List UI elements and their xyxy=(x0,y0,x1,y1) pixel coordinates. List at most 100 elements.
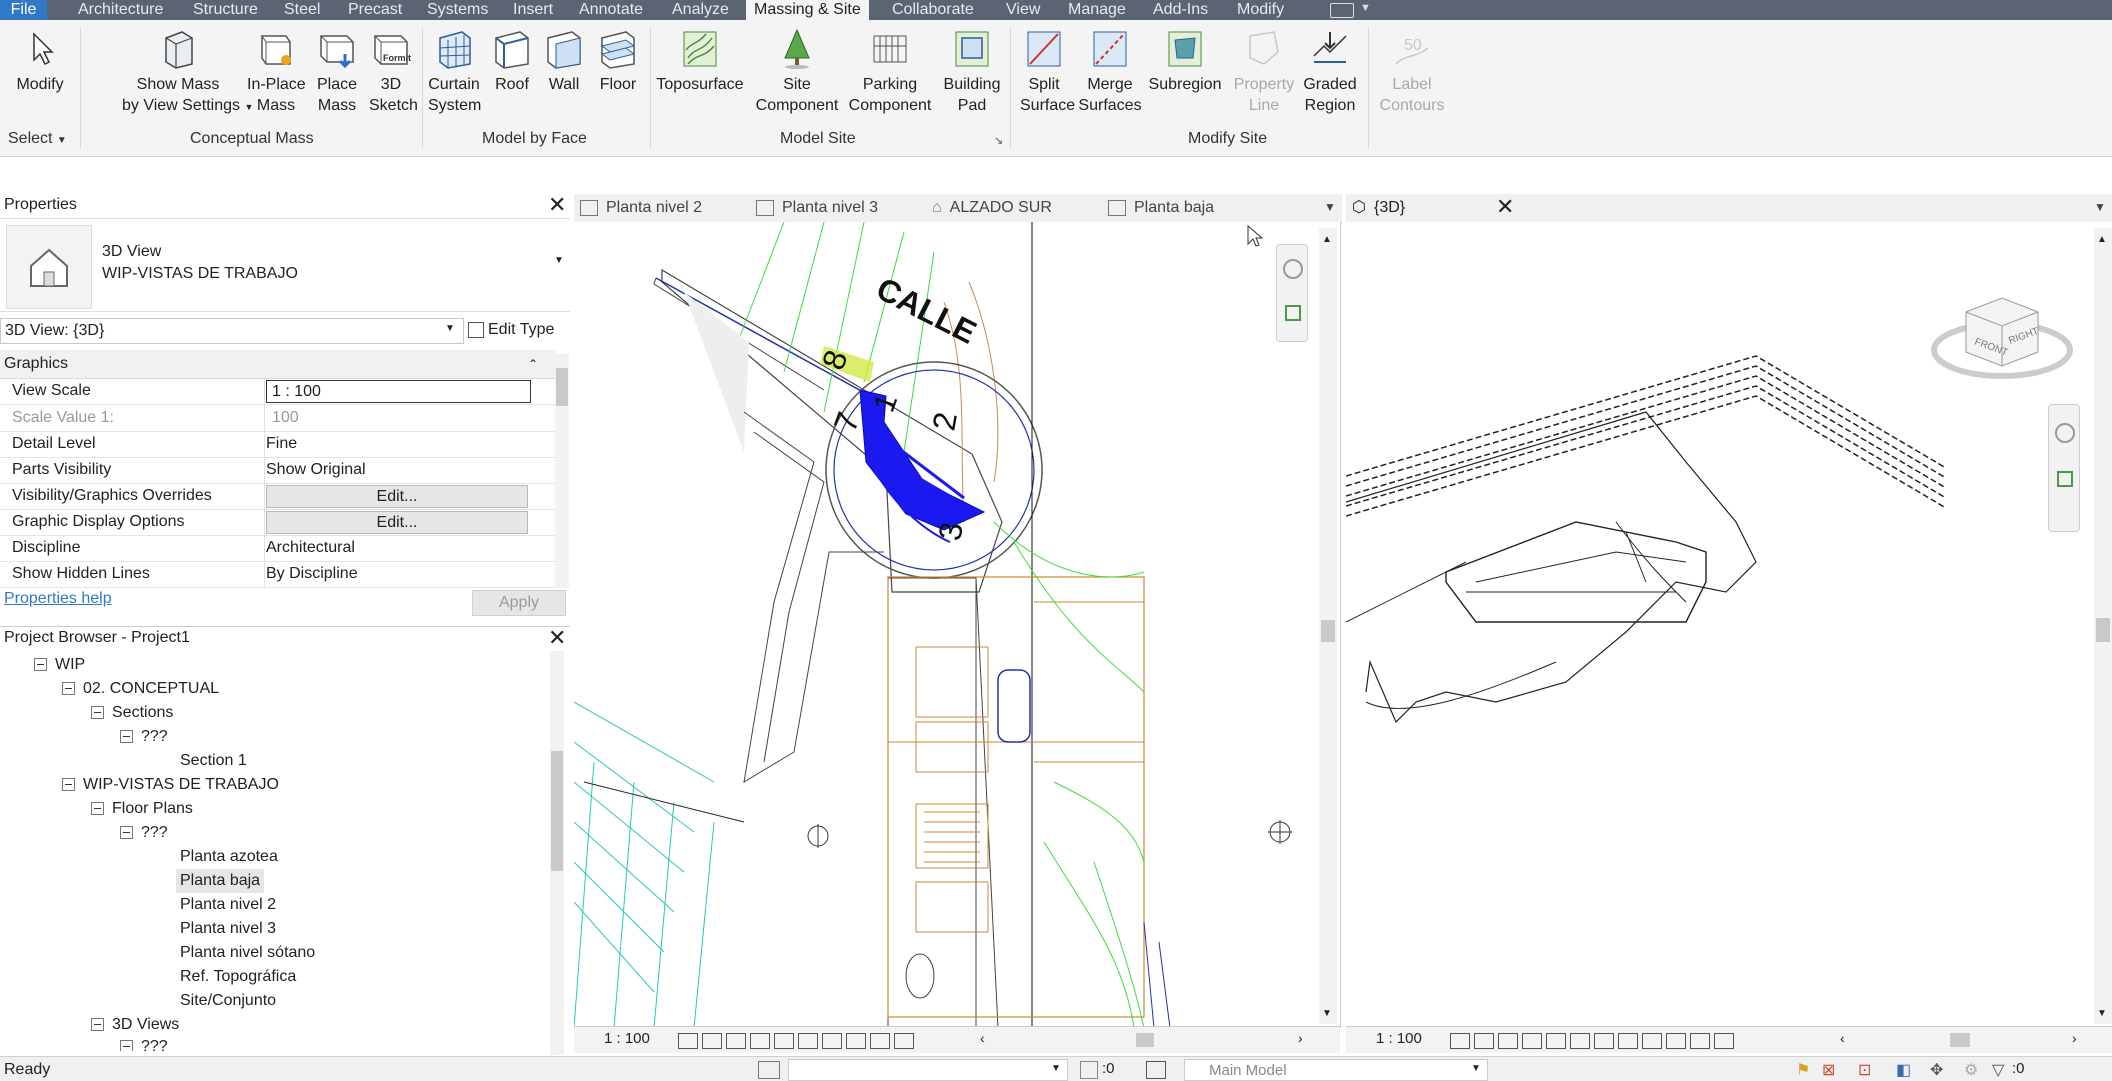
tab-architecture[interactable]: Architecture xyxy=(70,0,171,20)
tab-systems[interactable]: Systems xyxy=(419,0,496,20)
steering-wheel-icon[interactable] xyxy=(2055,423,2075,443)
tab-precast[interactable]: Precast xyxy=(340,0,410,20)
scroll-thumb[interactable] xyxy=(1321,620,1335,642)
property-row[interactable]: Parts Visibility Show Original xyxy=(0,457,555,484)
editing-requests-icon[interactable] xyxy=(1080,1061,1098,1079)
crop-view-icon[interactable] xyxy=(774,1032,794,1049)
worksharing-icon[interactable] xyxy=(870,1032,890,1049)
floor-by-face-button[interactable]: Floor xyxy=(596,28,640,95)
parking-component-button[interactable]: Parking Component xyxy=(846,28,934,116)
chevron-down-icon[interactable]: ▼ xyxy=(1360,2,1371,14)
show-crop-icon[interactable] xyxy=(1594,1032,1614,1049)
detail-level-icon[interactable] xyxy=(1450,1032,1470,1049)
tree-node[interactable]: WIP-VISTAS DE TRABAJO xyxy=(62,773,279,797)
properties-help-link[interactable]: Properties help xyxy=(4,590,112,608)
instance-selector[interactable]: 3D View: {3D} ▼ xyxy=(0,318,464,344)
scroll-thumb[interactable] xyxy=(551,751,563,871)
graphic-display-edit-button[interactable]: Edit... xyxy=(266,511,528,534)
browser-scrollbar[interactable] xyxy=(550,651,564,1055)
collapse-icon[interactable]: ⌃ xyxy=(528,350,538,378)
collapse-toggle-icon[interactable] xyxy=(62,682,75,696)
shadows-icon[interactable] xyxy=(750,1032,770,1049)
render-icon[interactable] xyxy=(1546,1032,1566,1049)
property-row[interactable]: Discipline Architectural xyxy=(0,535,555,562)
tree-leaf[interactable]: Planta azotea xyxy=(180,845,278,869)
lock-view-icon[interactable] xyxy=(1618,1032,1638,1049)
drag-elements-icon[interactable]: ✥ xyxy=(1930,1060,1943,1080)
tab-menu-icon[interactable]: ▼ xyxy=(1324,200,1336,214)
tab-file[interactable]: File xyxy=(0,0,47,20)
3d-sketch-button[interactable]: Formit 3D Sketch xyxy=(369,28,418,116)
viewcube[interactable]: FRONT RIGHT xyxy=(1924,282,2074,392)
visual-style-icon[interactable] xyxy=(1474,1032,1494,1049)
graded-region-button[interactable]: Graded Region xyxy=(1300,28,1360,116)
view-scale-input[interactable]: 1 : 100 xyxy=(266,380,531,403)
tree-leaf-selected[interactable]: Planta baja xyxy=(176,869,265,893)
tree-node[interactable]: Floor Plans xyxy=(91,797,193,821)
chevron-left-icon[interactable]: ‹ xyxy=(980,1030,985,1046)
tab-planta-nivel-2[interactable]: Planta nivel 2 xyxy=(580,196,702,220)
collapse-toggle-icon[interactable] xyxy=(120,730,133,744)
tree-node[interactable]: ??? xyxy=(120,725,168,749)
tree-node[interactable]: WIP xyxy=(34,653,85,677)
zoom-icon[interactable] xyxy=(2057,471,2073,487)
zoom-icon[interactable] xyxy=(1285,305,1301,321)
scroll-thumb[interactable] xyxy=(2096,618,2110,642)
view-control-icons[interactable] xyxy=(1450,1032,1738,1050)
edit-type-button[interactable]: Edit Type xyxy=(468,318,554,342)
navigation-bar[interactable] xyxy=(2048,404,2080,532)
select-underlay-icon[interactable]: ⊠ xyxy=(1822,1060,1835,1080)
design-option-dropdown[interactable]: Main Model ▼ xyxy=(1184,1059,1488,1081)
sun-path-icon[interactable] xyxy=(726,1032,746,1049)
properties-scrollbar[interactable] xyxy=(555,354,569,588)
tab-add-ins[interactable]: Add-Ins xyxy=(1145,0,1216,20)
3d-vertical-scrollbar[interactable]: ▲ ▼ xyxy=(2094,228,2112,1024)
roof-by-face-button[interactable]: Roof xyxy=(492,28,532,95)
temp-hide-icon[interactable] xyxy=(822,1032,842,1049)
close-icon[interactable]: ✕ xyxy=(1496,194,1514,220)
chevron-down-icon[interactable]: ▼ xyxy=(445,323,455,334)
curtain-system-button[interactable]: Curtain System xyxy=(428,28,481,116)
chevron-left-icon[interactable]: ‹ xyxy=(1840,1030,1845,1046)
dialog-launcher-icon[interactable]: ↘ xyxy=(994,134,1003,147)
3d-scale-button[interactable]: 1 : 100 xyxy=(1376,1030,1422,1047)
property-line-button[interactable]: Property Line xyxy=(1232,28,1296,116)
close-icon[interactable]: ✕ xyxy=(548,625,566,651)
collapse-toggle-icon[interactable] xyxy=(91,706,104,720)
tab-analyze[interactable]: Analyze xyxy=(664,0,737,20)
tab-collaborate[interactable]: Collaborate xyxy=(884,0,982,20)
chevron-down-icon[interactable]: ▼ xyxy=(554,255,564,266)
tab-manage[interactable]: Manage xyxy=(1060,0,1134,20)
tree-leaf[interactable]: Site/Conjunto xyxy=(180,989,276,1013)
property-row[interactable]: Detail Level Fine xyxy=(0,431,555,458)
chevron-up-icon[interactable]: ▲ xyxy=(2097,234,2107,245)
plan-vertical-scrollbar[interactable]: ▲ ▼ xyxy=(1319,228,1337,1024)
chevron-down-icon[interactable]: ▼ xyxy=(1051,1063,1061,1074)
tree-node[interactable]: ??? xyxy=(120,821,168,845)
visual-style-icon[interactable] xyxy=(702,1032,722,1049)
collapse-toggle-icon[interactable] xyxy=(120,1040,133,1051)
scroll-thumb[interactable] xyxy=(556,368,568,406)
property-row[interactable]: View Scale 1 : 100 xyxy=(0,378,555,405)
horizontal-scroll-thumb[interactable] xyxy=(1136,1033,1154,1047)
close-icon[interactable]: ✕ xyxy=(548,192,566,218)
view-control-icons[interactable] xyxy=(678,1032,918,1050)
chevron-right-icon[interactable]: › xyxy=(2072,1030,2077,1046)
chevron-up-icon[interactable]: ▲ xyxy=(1322,234,1332,245)
collapse-toggle-icon[interactable] xyxy=(91,802,104,816)
vg-overrides-edit-button[interactable]: Edit... xyxy=(266,485,528,508)
wall-by-face-button[interactable]: Wall xyxy=(544,28,584,95)
tree-leaf[interactable]: Ref. Topográfica xyxy=(180,965,296,989)
subregion-button[interactable]: Subregion xyxy=(1146,28,1224,95)
chevron-right-icon[interactable]: › xyxy=(1298,1030,1303,1046)
background-processes-icon[interactable]: ⚙ xyxy=(1964,1060,1978,1080)
split-surface-button[interactable]: Split Surface xyxy=(1020,28,1075,116)
crop-view-icon[interactable] xyxy=(1570,1032,1590,1049)
building-pad-button[interactable]: Building Pad xyxy=(941,28,1003,116)
toposurface-button[interactable]: Toposurface xyxy=(654,28,746,95)
tree-leaf[interactable]: Section 1 xyxy=(180,749,247,773)
tab-menu-icon[interactable]: ▼ xyxy=(2094,200,2106,214)
reveal-hidden-icon[interactable] xyxy=(1666,1032,1686,1049)
tab-planta-nivel-3[interactable]: Planta nivel 3 xyxy=(756,196,878,220)
tree-node[interactable]: Sections xyxy=(91,701,173,725)
